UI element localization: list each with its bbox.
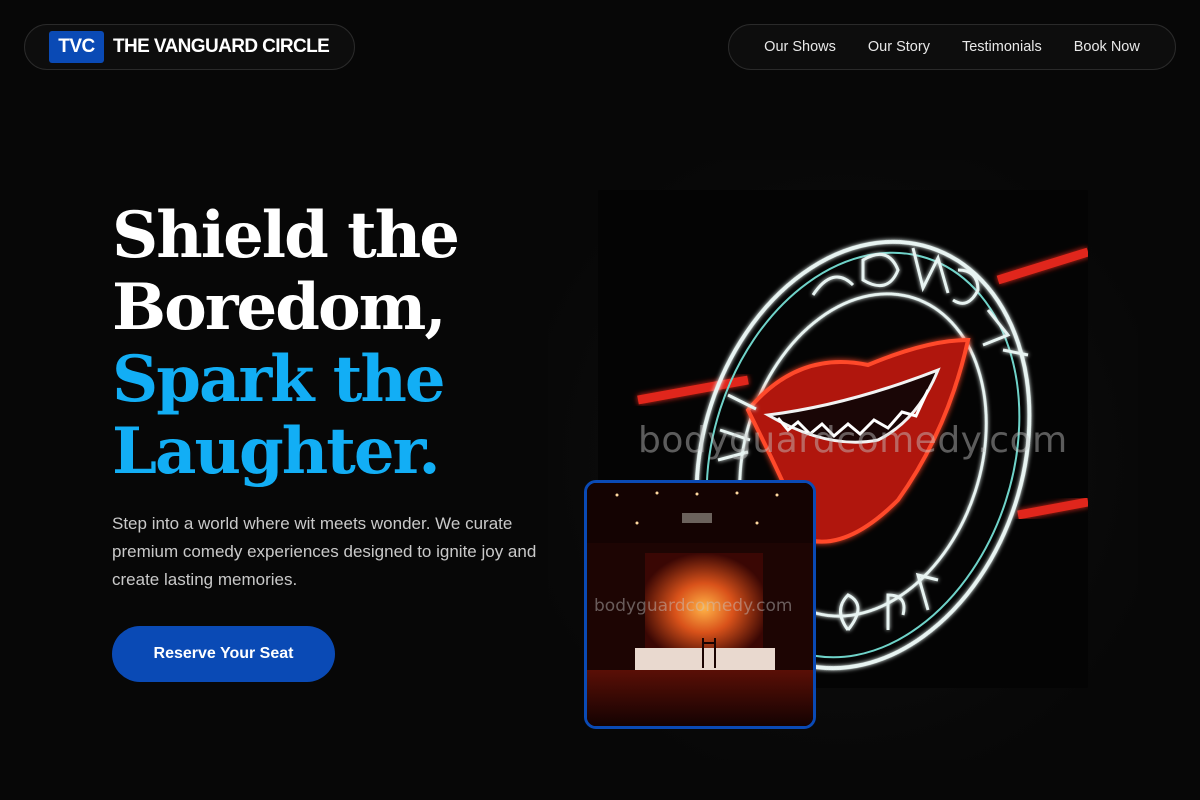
logo-badge: TVC	[49, 31, 104, 63]
headline-accent-line: Spark the	[112, 342, 446, 417]
headline-line: Boredom,	[112, 270, 447, 345]
image-watermark: bodyguardcomedy.com	[638, 420, 1068, 461]
brand-logo[interactable]: TVC THE VANGUARD CIRCLE	[24, 24, 355, 70]
brand-name: THE VANGUARD CIRCLE	[113, 36, 330, 57]
reserve-seat-button[interactable]: Reserve Your Seat	[112, 626, 335, 682]
headline-accent-line: Laughter.	[112, 414, 441, 489]
image-watermark: bodyguardcomedy.com	[594, 596, 793, 616]
nav-link-our-shows[interactable]: Our Shows	[764, 39, 836, 55]
main-nav: Our Shows Our Story Testimonials Book No…	[728, 24, 1176, 70]
nav-link-testimonials[interactable]: Testimonials	[962, 39, 1042, 55]
hero-description: Step into a world where wit meets wonder…	[112, 514, 537, 589]
nav-link-book-now[interactable]: Book Now	[1074, 39, 1140, 55]
headline-line: Shield the	[112, 198, 460, 273]
hero-headline: Shield the Boredom, Spark the Laughter.	[112, 200, 552, 488]
nav-link-our-story[interactable]: Our Story	[868, 39, 930, 55]
